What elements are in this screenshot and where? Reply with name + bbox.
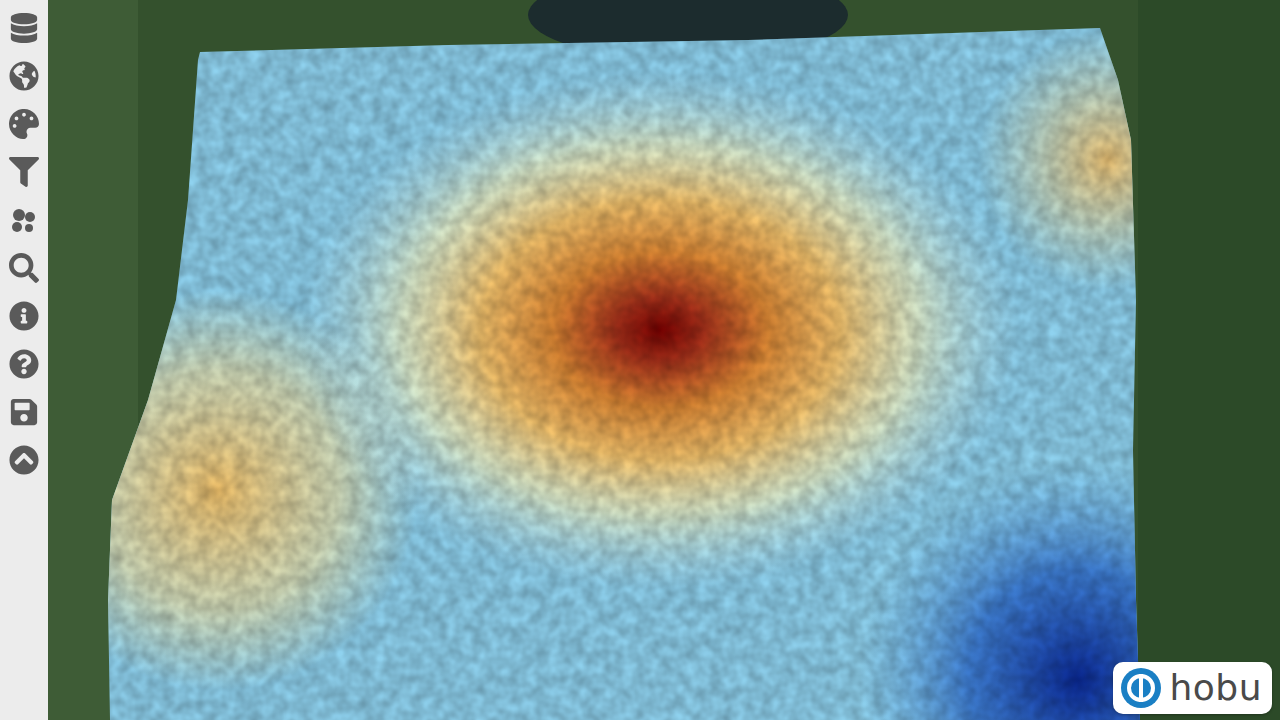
help-button[interactable] (7, 348, 41, 380)
palette-button[interactable] (7, 108, 41, 140)
map-canvas[interactable] (48, 0, 1280, 720)
filter-icon (9, 157, 39, 187)
info-icon (9, 301, 39, 331)
save-icon (9, 397, 39, 427)
toolbar (0, 0, 48, 720)
search-button[interactable] (7, 252, 41, 284)
cluster-button[interactable] (7, 204, 41, 236)
database-icon (9, 13, 39, 43)
logo-text: hobu (1169, 668, 1262, 708)
point-cloud (108, 28, 1140, 720)
hobu-logo: hobu (1113, 662, 1272, 714)
globe-button[interactable] (7, 60, 41, 92)
globe-icon (9, 61, 39, 91)
app: hobu (0, 0, 1280, 720)
chevron-up-icon (9, 445, 39, 475)
palette-icon (9, 109, 39, 139)
hobu-logo-icon (1119, 666, 1163, 710)
layers-button[interactable] (7, 12, 41, 44)
save-button[interactable] (7, 396, 41, 428)
search-icon (9, 253, 39, 283)
satellite-imagery (48, 0, 1280, 720)
collapse-button[interactable] (7, 444, 41, 476)
cluster-icon (9, 205, 39, 235)
map-view[interactable]: hobu (48, 0, 1280, 720)
info-button[interactable] (7, 300, 41, 332)
filter-button[interactable] (7, 156, 41, 188)
help-icon (9, 349, 39, 379)
